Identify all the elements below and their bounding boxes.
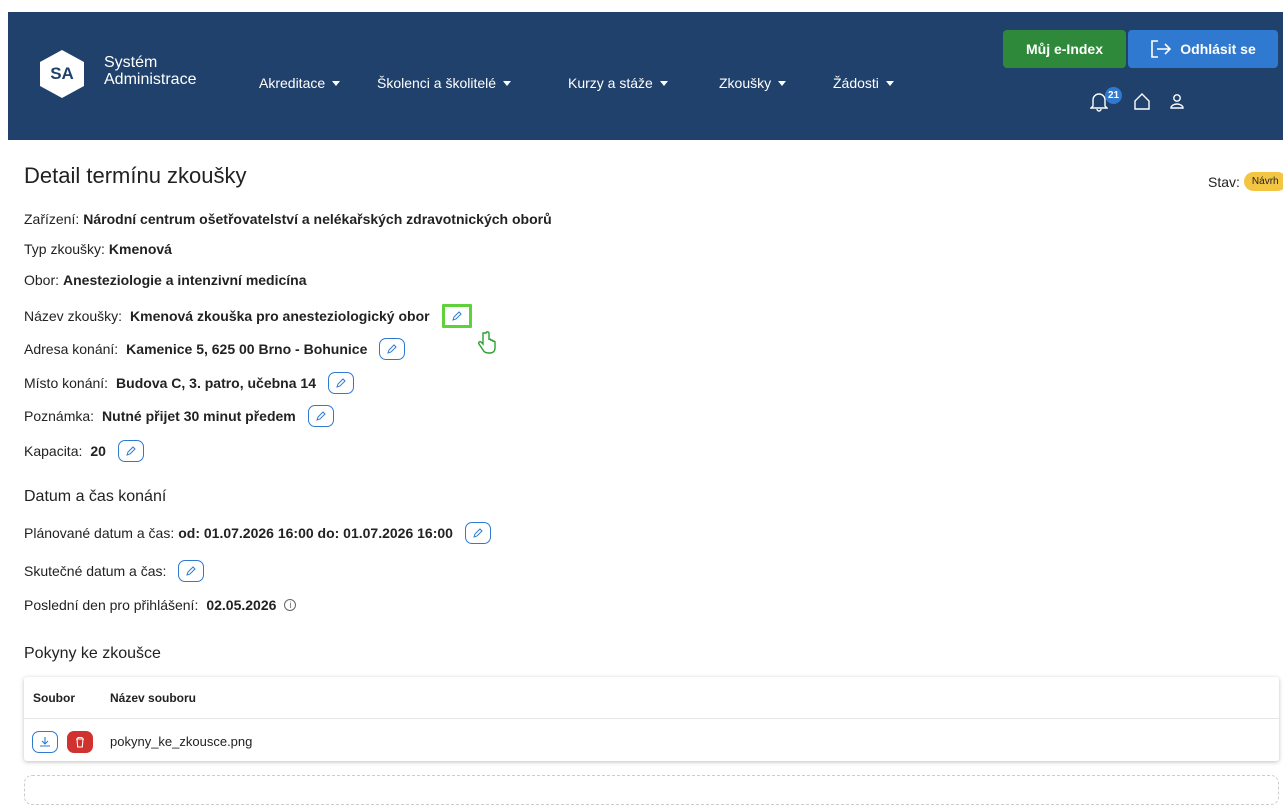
edit-misto-button[interactable] <box>327 372 354 394</box>
status-label: Stav: <box>1208 173 1240 190</box>
pencil-icon <box>387 344 398 354</box>
logo[interactable]: SA <box>40 50 84 98</box>
nav-kurzy-label: Kurzy a stáže <box>568 75 653 91</box>
hand-cursor-icon <box>478 331 496 354</box>
pencil-icon <box>336 378 346 388</box>
user-icon[interactable] <box>1169 92 1185 110</box>
chevron-down-icon <box>778 80 787 86</box>
detail-zarizeni-value: Národní centrum ošetřovatelství a neléka… <box>83 211 552 227</box>
detail-zarizeni: Zařízení: Národní centrum ošetřovatelství… <box>24 211 552 227</box>
file-name: pokyny_ke_zkousce.png <box>110 734 253 749</box>
detail-actual: Skutečné datum a čas: <box>24 560 205 582</box>
detail-misto: Místo konání: Budova C, 3. patro, učebna … <box>24 372 354 394</box>
detail-obor-label: Obor: <box>24 272 60 288</box>
nav-akreditace-label: Akreditace <box>259 75 326 91</box>
logo-initials: SA <box>50 64 74 83</box>
logout-label: Odhlásit se <box>1180 41 1256 57</box>
app-name-line1: Systém <box>104 54 158 71</box>
nav-zkousky-label: Zkoušky <box>719 75 772 91</box>
detail-poznamka-label: Poznámka: <box>24 408 95 424</box>
edit-adresa-button[interactable] <box>379 338 406 360</box>
delete-button[interactable] <box>67 731 93 753</box>
next-section-card <box>24 775 1279 805</box>
top-navbar: SA Systém Administrace Akreditace Školen… <box>8 12 1283 140</box>
trash-icon <box>76 736 84 748</box>
status-indicator: Stav: Návrh <box>1208 172 1283 191</box>
edit-planned-button[interactable] <box>464 522 491 544</box>
detail-deadline-value: 02.05.2026 <box>206 597 277 613</box>
nav-akreditace[interactable]: Akreditace <box>259 75 341 91</box>
edit-nazev-button[interactable] <box>441 304 472 328</box>
detail-kapacita-value: 20 <box>90 443 106 459</box>
chevron-down-icon <box>503 80 512 86</box>
pencil-icon <box>126 446 136 456</box>
pencil-icon <box>186 566 197 576</box>
detail-zarizeni-label: Zařízení: <box>24 211 80 227</box>
nav-kurzy[interactable]: Kurzy a stáže <box>568 75 668 91</box>
pencil-icon <box>473 528 483 538</box>
notification-count-badge: 21 <box>1105 87 1122 104</box>
detail-deadline-label: Poslední den pro přihlášení: <box>24 597 199 613</box>
detail-kapacita: Kapacita: 20 <box>24 440 144 462</box>
column-header-soubor: Soubor <box>33 691 75 705</box>
column-header-nazev: Název souboru <box>110 691 197 705</box>
detail-typ-label: Typ zkoušky: <box>24 241 105 257</box>
detail-planned-label: Plánované datum a čas: <box>24 525 175 541</box>
home-icon[interactable] <box>1133 92 1151 110</box>
my-eindex-button[interactable]: Můj e-Index <box>1003 30 1126 68</box>
detail-misto-value: Budova C, 3. patro, učebna 14 <box>116 375 316 391</box>
status-badge: Návrh <box>1243 172 1283 191</box>
detail-planned: Plánované datum a čas: od: 01.07.2026 16:… <box>24 522 491 544</box>
pencil-icon <box>315 411 326 421</box>
nav-skolenci[interactable]: Školenci a školitelé <box>377 75 512 91</box>
nav-zadosti-label: Žádosti <box>833 75 879 91</box>
section-instructions-title: Pokyny ke zkoušce <box>24 645 161 662</box>
edit-actual-button[interactable] <box>178 560 205 582</box>
chevron-down-icon <box>332 80 341 86</box>
detail-nazev-label: Název zkoušky: <box>24 308 123 324</box>
pencil-icon <box>451 311 462 321</box>
detail-typ-value: Kmenová <box>108 241 172 257</box>
table-row: pokyny_ke_zkousce.png <box>24 719 1279 761</box>
logout-icon <box>1151 40 1172 58</box>
edit-poznamka-button[interactable] <box>307 405 334 427</box>
detail-obor: Obor: Anesteziologie a intenzivní medicín… <box>24 272 307 288</box>
detail-planned-value: od: 01.07.2026 16:00 do: 01.07.2026 16:0… <box>178 525 453 541</box>
detail-actual-label: Skutečné datum a čas: <box>24 563 167 579</box>
nav-skolenci-label: Školenci a školitelé <box>377 75 497 91</box>
detail-adresa: Adresa konání: Kamenice 5, 625 00 Brno - … <box>24 338 406 360</box>
nav-zkousky[interactable]: Zkoušky <box>719 75 787 91</box>
app-name[interactable]: Systém Administrace <box>104 54 196 88</box>
logout-button[interactable]: Odhlásit se <box>1128 30 1278 68</box>
detail-obor-value: Anesteziologie a intenzivní medicína <box>63 272 307 288</box>
detail-nazev: Název zkoušky: Kmenová zkouška pro aneste… <box>24 304 472 328</box>
nav-zadosti[interactable]: Žádosti <box>833 75 894 91</box>
detail-misto-label: Místo konání: <box>24 375 109 391</box>
info-icon[interactable]: i <box>284 599 297 611</box>
chevron-down-icon <box>885 80 894 86</box>
my-eindex-label: Můj e-Index <box>1025 41 1103 57</box>
detail-adresa-value: Kamenice 5, 625 00 Brno - Bohunice <box>126 341 368 357</box>
detail-deadline: Poslední den pro přihlášení: 02.05.2026 i <box>24 597 297 613</box>
edit-kapacita-button[interactable] <box>117 440 144 462</box>
table-header-row: Soubor Název souboru <box>24 677 1279 719</box>
page-title: Detail termínu zkoušky <box>24 163 247 188</box>
detail-typ: Typ zkoušky: Kmenová <box>24 241 172 257</box>
download-icon <box>40 737 50 747</box>
detail-poznamka-value: Nutné přijet 30 minut předem <box>102 408 296 424</box>
instructions-table: Soubor Název souboru pokyny_ke_zkousce.p… <box>24 677 1279 761</box>
section-datetime-title: Datum a čas konání <box>24 488 167 505</box>
detail-kapacita-label: Kapacita: <box>24 443 83 459</box>
detail-poznamka: Poznámka: Nutné přijet 30 minut předem <box>24 405 334 427</box>
chevron-down-icon <box>659 80 668 86</box>
detail-adresa-label: Adresa konání: <box>24 341 119 357</box>
app-name-line2: Administrace <box>104 71 197 88</box>
detail-nazev-value: Kmenová zkouška pro anesteziologický obo… <box>130 308 430 324</box>
download-button[interactable] <box>32 731 58 753</box>
